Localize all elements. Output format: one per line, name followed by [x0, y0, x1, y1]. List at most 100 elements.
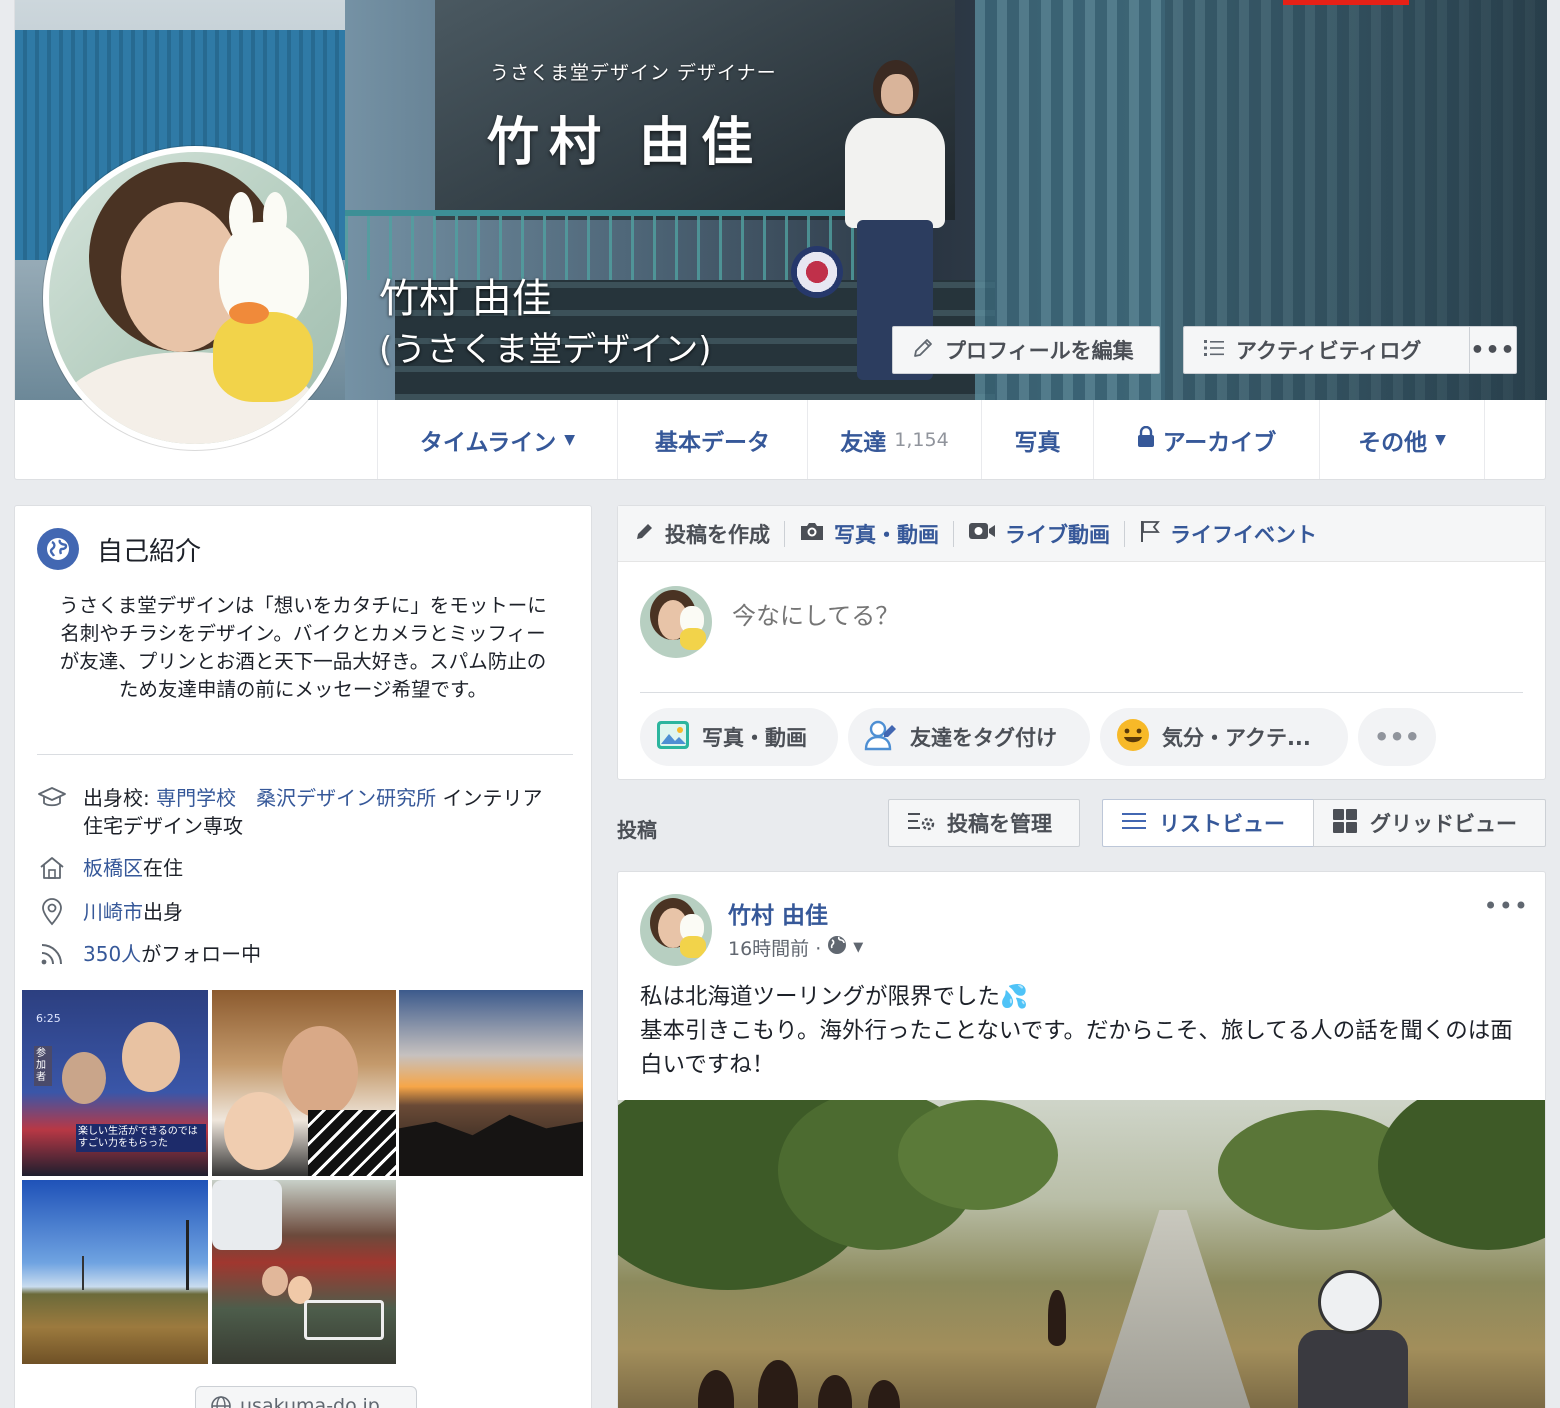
photo-thumbnail[interactable] [22, 1180, 208, 1364]
add-photo-video-button[interactable]: 写真・動画 [640, 708, 838, 766]
profile-name[interactable]: 竹村 由佳 [379, 276, 552, 322]
school-link[interactable]: 専門学校 [156, 786, 236, 810]
create-post-label: 投稿を作成 [665, 522, 770, 547]
activity-log-button[interactable]: アクティビティログ [1183, 326, 1469, 374]
manage-icon [907, 810, 935, 837]
cover-subtitle: うさくま堂デザイン デザイナー [490, 62, 777, 84]
status-input[interactable] [732, 602, 1432, 630]
post-text: 私は北海道ツーリングが限界でした💦 基本引きこもり。海外行ったことないです。だか… [640, 980, 1525, 1082]
more-actions-button[interactable]: ••• [1358, 708, 1436, 766]
hometown-row: 川崎市出身 [37, 898, 557, 926]
current-city-row: 板橋区在住 [37, 854, 557, 882]
photo-thumbnail[interactable] [399, 990, 583, 1176]
intro-card: 自己紹介 うさくま堂デザインは「想いをカタチに」をモットーに名刺やチラシをデザイ… [14, 505, 592, 1408]
tab-more[interactable]: その他 ▼ [1319, 400, 1485, 479]
add-photo-video-label: 写真・動画 [702, 726, 807, 750]
tab-photos-label: 写真 [1014, 429, 1061, 456]
list-view-label: リストビュー [1159, 812, 1285, 836]
school-name-link[interactable]: 桑沢デザイン研究所 [256, 786, 436, 810]
education-text: 出身校: 専門学校 桑沢デザイン研究所 インテリア住宅デザイン専攻 [83, 784, 557, 840]
tab-timeline-label: タイムライン [419, 429, 557, 456]
divider [37, 754, 573, 755]
tag-friends-button[interactable]: 友達をタグ付け [848, 708, 1090, 766]
thumbnail-timestamp: 6:25 [36, 1012, 61, 1025]
lock-icon [1137, 425, 1155, 454]
post-photo[interactable] [618, 1100, 1545, 1408]
live-video-tab[interactable]: ライブ動画 [954, 519, 1124, 549]
profile-header: うさくま堂デザイン デザイナー 竹村 由佳 竹村 由佳 (うさくま堂デザイン) … [14, 0, 1547, 480]
thumbnail-caption: 楽しい生活ができるのでは すごい力をもらった [76, 1124, 206, 1152]
followers-text: 350人がフォロー中 [83, 940, 261, 968]
photo-thumbnail[interactable] [212, 990, 396, 1176]
photo-icon [656, 719, 690, 756]
manage-posts-button[interactable]: 投稿を管理 [888, 799, 1080, 847]
post-text-line: 私は北海道ツーリングが限界でした💦 [640, 984, 1029, 1010]
tab-photos[interactable]: 写真 [981, 400, 1093, 479]
website-url: usakuma-do.jp [240, 1395, 380, 1408]
post-author-name[interactable]: 竹村 由佳 [728, 896, 828, 930]
edit-profile-label: プロフィールを編集 [945, 339, 1134, 363]
tag-friends-icon [864, 719, 898, 756]
current-city-text: 板橋区在住 [83, 854, 183, 882]
life-event-tab[interactable]: ライフイベント [1125, 519, 1331, 549]
caret-down-icon: ▼ [1435, 431, 1446, 448]
create-post-tab[interactable]: 投稿を作成 [634, 519, 784, 549]
photo-video-label: 写真・動画 [834, 522, 939, 547]
composer-avatar [640, 586, 712, 658]
hometown-link[interactable]: 川崎市 [83, 900, 143, 924]
pencil-icon [911, 336, 935, 365]
pencil-icon [634, 520, 656, 547]
grid-view-button[interactable]: グリッドビュー [1313, 799, 1546, 847]
divider [640, 692, 1523, 693]
intro-title: 自己紹介 [97, 536, 202, 567]
post-text-line: 基本引きこもり。海外行ったことないです。だからこそ、旅してる人の話を聞くのは面白… [640, 1018, 1513, 1078]
intro-header: 自己紹介 [37, 528, 201, 570]
tab-archive-label: アーカイブ [1162, 429, 1277, 456]
post-timestamp[interactable]: 16時間前 · [728, 934, 821, 961]
tab-timeline[interactable]: タイムライン ▼ [377, 400, 617, 479]
graduation-cap-icon [37, 784, 67, 812]
edit-profile-button[interactable]: プロフィールを編集 [892, 326, 1160, 374]
cover-railing [345, 210, 865, 280]
globe-icon[interactable] [827, 935, 847, 960]
photo-thumbnail[interactable] [212, 1180, 396, 1364]
live-video-label: ライブ動画 [1005, 522, 1110, 547]
tab-about[interactable]: 基本データ [617, 400, 807, 479]
smiley-icon [1116, 718, 1150, 757]
photo-video-tab[interactable]: 写真・動画 [785, 519, 953, 549]
composer-tabs: 投稿を作成 写真・動画 ライブ動画 ライフイベント [618, 506, 1545, 562]
notification-strip [1283, 0, 1409, 5]
home-icon [37, 854, 67, 882]
tab-friends[interactable]: 友達 1,154 [807, 400, 981, 479]
post-options-button[interactable]: ••• [1484, 892, 1529, 920]
post-author-avatar[interactable] [640, 894, 712, 966]
grid-view-label: グリッドビュー [1370, 812, 1517, 836]
cover-more-button[interactable]: ••• [1469, 326, 1517, 374]
flag-icon [1139, 519, 1161, 548]
video-camera-icon [968, 520, 996, 547]
post-card: 竹村 由佳 16時間前 · ▼ ••• 私は北海道ツーリングが限界でした💦 基本… [617, 871, 1546, 1408]
education-prefix: 出身校: [83, 786, 157, 810]
tag-friends-label: 友達をタグ付け [910, 726, 1057, 750]
profile-picture[interactable] [43, 146, 347, 450]
followers-link[interactable]: 350人 [83, 942, 141, 966]
photo-thumbnail[interactable]: 6:25 参加者 楽しい生活ができるのでは すごい力をもらった [22, 990, 208, 1176]
feeling-activity-label: 気分・アクテ... [1162, 726, 1311, 750]
life-event-label: ライフイベント [1170, 522, 1317, 547]
profile-alternate-name: (うさくま堂デザイン) [379, 330, 712, 370]
feeling-activity-button[interactable]: 気分・アクテ... [1100, 708, 1348, 766]
thumbnail-tag: 参加者 [34, 1046, 52, 1086]
tab-friends-label: 友達 [840, 429, 887, 456]
list-icon [1202, 336, 1226, 365]
list-view-button[interactable]: リストビュー [1102, 799, 1314, 847]
followers-row: 350人がフォロー中 [37, 940, 557, 968]
website-link[interactable]: usakuma-do.jp [195, 1386, 417, 1408]
tab-archive[interactable]: アーカイブ [1093, 400, 1319, 479]
featured-photos: 6:25 参加者 楽しい生活ができるのでは すごい力をもらった [22, 990, 584, 1364]
caret-down-icon[interactable]: ▼ [853, 940, 863, 955]
hometown-suffix: 出身 [143, 900, 183, 924]
current-city-link[interactable]: 板橋区 [83, 856, 143, 880]
intro-bio: うさくま堂デザインは「想いをカタチに」をモットーに名刺やチラシをデザイン。バイク… [59, 594, 547, 701]
camera-icon [799, 520, 825, 547]
current-city-suffix: 在住 [143, 856, 183, 880]
